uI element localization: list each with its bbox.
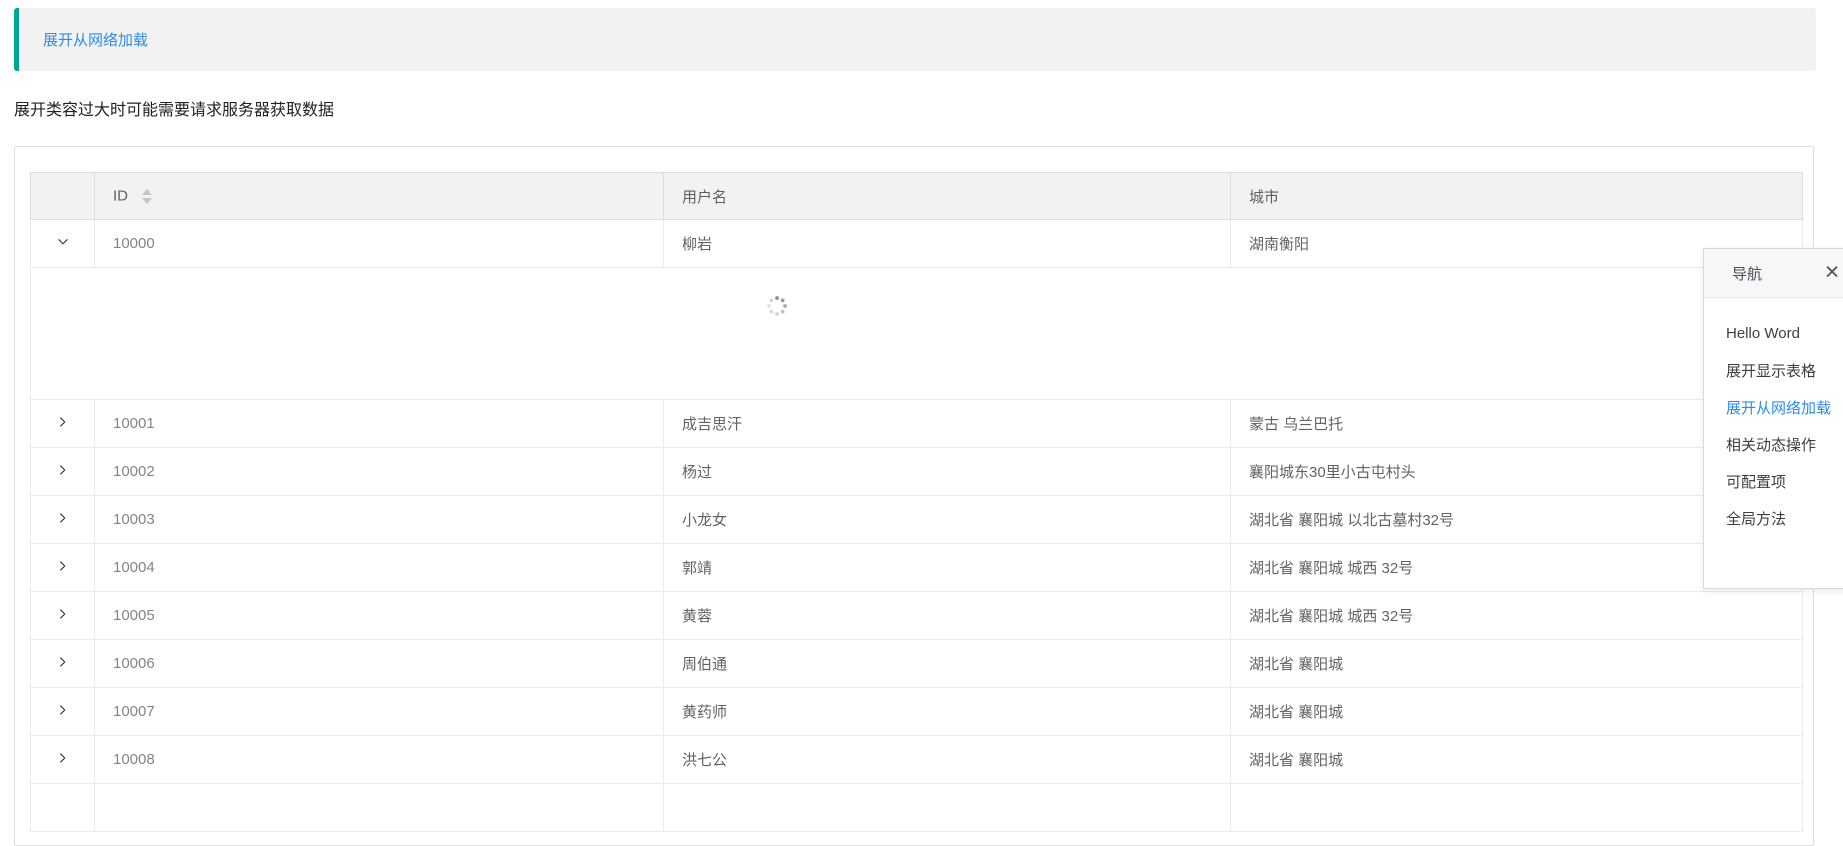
column-header-id-label: ID (113, 188, 128, 205)
chevron-down-icon[interactable] (56, 235, 70, 249)
expand-column-header (31, 173, 95, 220)
cell-username: 黄药师 (664, 688, 1231, 736)
cell-id: 10000 (95, 220, 664, 268)
cell-city: 湖北省 襄阳城 (1231, 688, 1803, 736)
chevron-right-icon[interactable] (56, 607, 70, 621)
cell-id: 10004 (95, 544, 664, 592)
table-row: 10008洪七公湖北省 襄阳城 (31, 736, 1803, 784)
nav-panel-header: 导航 ✕ (1704, 249, 1843, 298)
table-header-row: ID 用户名 城市 (31, 173, 1803, 220)
user-table: ID 用户名 城市 10000柳岩湖南衡阳10001成吉思汗蒙古 乌兰巴托100… (30, 172, 1803, 832)
cell-city: 湖北省 襄阳城 (1231, 736, 1803, 784)
loading-spinner (766, 295, 788, 317)
table-row: 10004郭靖湖北省 襄阳城 城西 32号 (31, 544, 1803, 592)
table-row (31, 784, 1803, 832)
cell-username: 柳岩 (664, 220, 1231, 268)
caret-up-icon[interactable] (142, 189, 152, 195)
expand-cell[interactable] (31, 592, 95, 640)
close-icon[interactable]: ✕ (1824, 264, 1840, 283)
table-row: 10005黄蓉湖北省 襄阳城 城西 32号 (31, 592, 1803, 640)
nav-panel-title: 导航 (1732, 263, 1762, 284)
sort-icon[interactable] (142, 189, 152, 204)
table-body: 10000柳岩湖南衡阳 10001成吉思汗蒙古 乌兰巴托10002杨过襄阳城东30… (31, 220, 1803, 832)
column-header-username: 用户名 (664, 173, 1231, 220)
cell-city: 湖北省 襄阳城 (1231, 640, 1803, 688)
expanded-row (31, 268, 1803, 400)
expanded-loading-area (31, 268, 1803, 400)
expand-cell[interactable] (31, 640, 95, 688)
chevron-right-icon[interactable] (56, 751, 70, 765)
nav-item-4[interactable]: 相关动态操作 (1704, 426, 1843, 463)
expand-cell[interactable] (31, 220, 95, 268)
table-row: 10006周伯通湖北省 襄阳城 (31, 640, 1803, 688)
table-row: 10003小龙女湖北省 襄阳城 以北古墓村32号 (31, 496, 1803, 544)
table-row: 10002杨过襄阳城东30里小古屯村头 (31, 448, 1803, 496)
cell-username: 杨过 (664, 448, 1231, 496)
demo-description: 展开类容过大时可能需要请求服务器获取数据 (14, 100, 334, 121)
chevron-right-icon[interactable] (56, 655, 70, 669)
chevron-right-icon[interactable] (56, 559, 70, 573)
table-row: 10007黄药师湖北省 襄阳城 (31, 688, 1803, 736)
chevron-right-icon[interactable] (56, 463, 70, 477)
chevron-right-icon[interactable] (56, 511, 70, 525)
expand-cell[interactable] (31, 448, 95, 496)
expand-cell[interactable] (31, 736, 95, 784)
chevron-right-icon[interactable] (56, 415, 70, 429)
expand-cell[interactable] (31, 544, 95, 592)
expand-cell[interactable] (31, 496, 95, 544)
expand-cell[interactable] (31, 688, 95, 736)
cell-id: 10007 (95, 688, 664, 736)
nav-item-1[interactable]: Hello Word (1704, 315, 1843, 352)
cell-id: 10002 (95, 448, 664, 496)
cell-username: 成吉思汗 (664, 400, 1231, 448)
cell-id: 10008 (95, 736, 664, 784)
cell-id: 10006 (95, 640, 664, 688)
caret-down-icon[interactable] (142, 198, 152, 204)
cell-id: 10001 (95, 400, 664, 448)
cell-username: 郭靖 (664, 544, 1231, 592)
nav-item-6[interactable]: 全局方法 (1704, 500, 1843, 537)
chevron-right-icon[interactable] (56, 703, 70, 717)
cell-username: 黄蓉 (664, 592, 1231, 640)
section-title-bar: 展开从网络加载 (14, 8, 1816, 71)
table-row: 10000柳岩湖南衡阳 (31, 220, 1803, 268)
nav-panel: 导航 ✕ Hello Word展开显示表格展开从网络加载相关动态操作可配置项全局… (1703, 248, 1843, 589)
cell-id: 10005 (95, 592, 664, 640)
cell-city: 湖北省 襄阳城 城西 32号 (1231, 592, 1803, 640)
nav-item-5[interactable]: 可配置项 (1704, 463, 1843, 500)
cell-id: 10003 (95, 496, 664, 544)
nav-list: Hello Word展开显示表格展开从网络加载相关动态操作可配置项全局方法 (1704, 298, 1843, 537)
column-header-city: 城市 (1231, 173, 1803, 220)
section-title-link[interactable]: 展开从网络加载 (43, 29, 148, 50)
cell-username: 小龙女 (664, 496, 1231, 544)
table-row: 10001成吉思汗蒙古 乌兰巴托 (31, 400, 1803, 448)
expand-cell[interactable] (31, 400, 95, 448)
nav-item-3[interactable]: 展开从网络加载 (1704, 389, 1843, 426)
column-header-id[interactable]: ID (95, 173, 664, 220)
cell-username: 洪七公 (664, 736, 1231, 784)
demo-container: ID 用户名 城市 10000柳岩湖南衡阳10001成吉思汗蒙古 乌兰巴托100… (14, 146, 1814, 846)
nav-item-2[interactable]: 展开显示表格 (1704, 352, 1843, 389)
cell-username: 周伯通 (664, 640, 1231, 688)
